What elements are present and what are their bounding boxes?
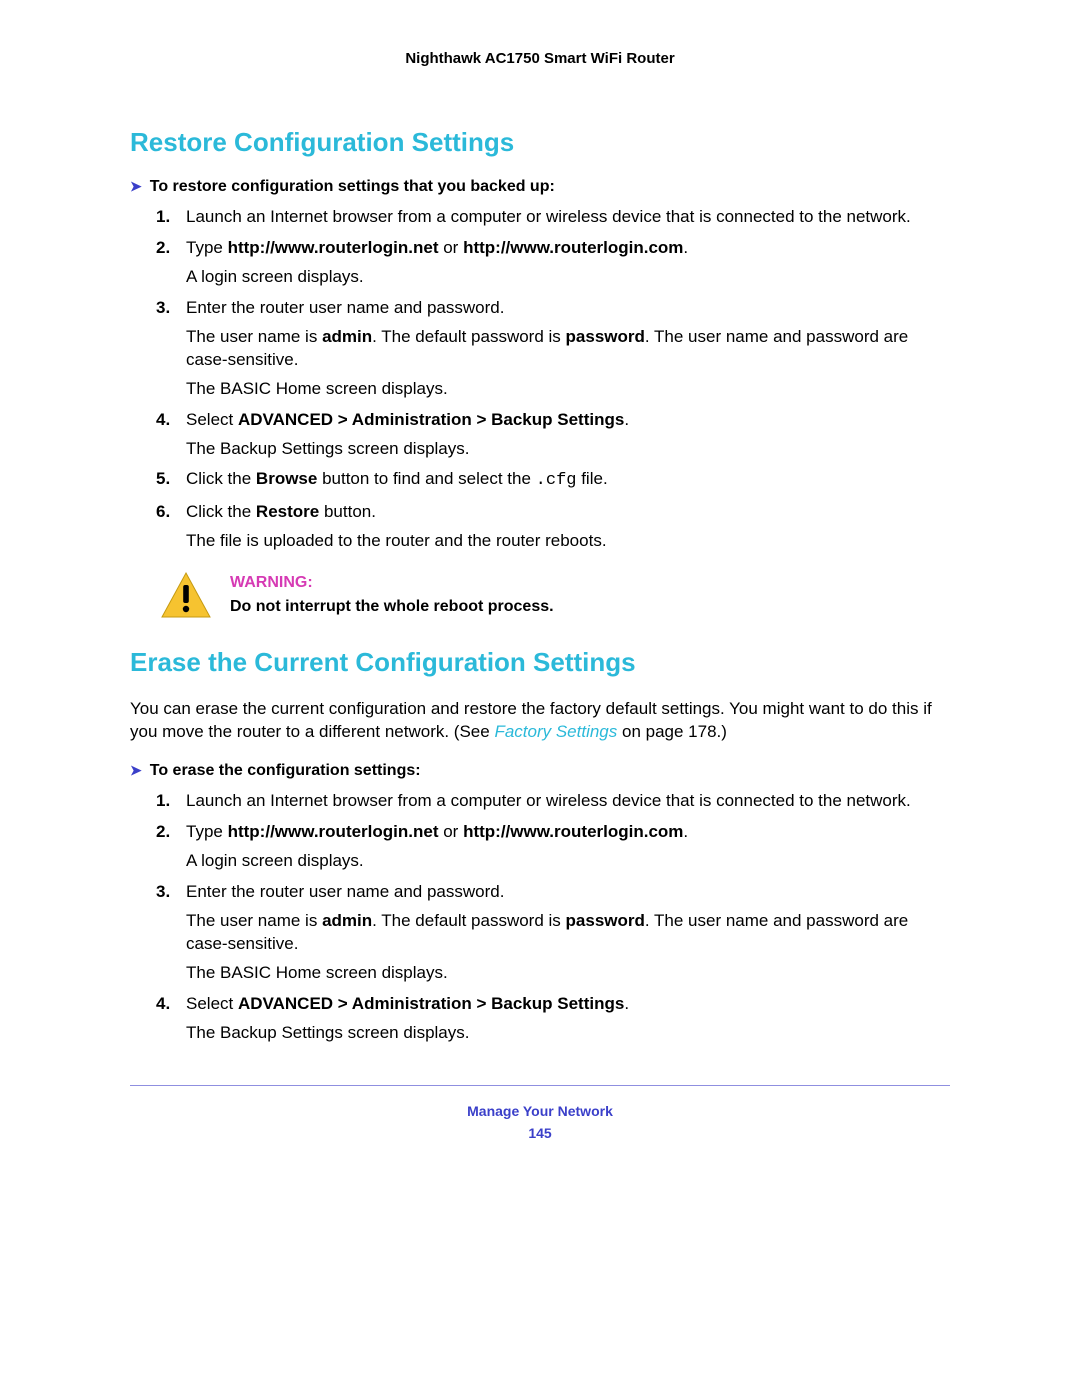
arrow-icon: ➤ (130, 762, 150, 778)
step-item: 3. Enter the router user name and passwo… (156, 881, 950, 985)
step-note: The BASIC Home screen displays. (186, 378, 950, 401)
step-item: 5. Click the Browse button to find and s… (156, 468, 950, 493)
step-note: The Backup Settings screen displays. (186, 438, 950, 461)
step-text: Click the Restore button. (186, 502, 376, 521)
text: Type (186, 822, 228, 841)
menu-path: ADVANCED > Administration > Backup Setti… (238, 410, 624, 429)
url-text: http://www.routerlogin.com (463, 822, 683, 841)
step-number: 4. (156, 993, 170, 1016)
step-note: A login screen displays. (186, 850, 950, 873)
procedure-lead-text: To erase the configuration settings: (150, 762, 421, 779)
warning-content: WARNING: Do not interrupt the whole rebo… (230, 571, 554, 619)
step-number: 3. (156, 297, 170, 320)
step-item: 6. Click the Restore button. The file is… (156, 501, 950, 553)
step-number: 3. (156, 881, 170, 904)
text: . (683, 238, 688, 257)
procedure-lead-erase: ➤To erase the configuration settings: (130, 762, 950, 780)
step-number: 4. (156, 409, 170, 432)
step-item: 3. Enter the router user name and passwo… (156, 297, 950, 401)
step-text: Type http://www.routerlogin.net or http:… (186, 238, 688, 257)
button-name: Browse (256, 469, 317, 488)
step-text: Click the Browse button to find and sele… (186, 469, 608, 488)
step-text: Select ADVANCED > Administration > Backu… (186, 994, 629, 1013)
warning-block: WARNING: Do not interrupt the whole rebo… (160, 571, 950, 619)
step-note: A login screen displays. (186, 266, 950, 289)
step-text: Enter the router user name and password. (186, 298, 504, 317)
step-number: 1. (156, 790, 170, 813)
text: Click the (186, 469, 256, 488)
arrow-icon: ➤ (130, 178, 150, 194)
text: Click the (186, 502, 256, 521)
step-item: 2. Type http://www.routerlogin.net or ht… (156, 821, 950, 873)
footer-divider (130, 1085, 950, 1086)
step-item: 1. Launch an Internet browser from a com… (156, 206, 950, 229)
step-note: The BASIC Home screen displays. (186, 962, 950, 985)
value-text: admin (322, 911, 372, 930)
text: file. (576, 469, 607, 488)
text: . (624, 994, 629, 1013)
url-text: http://www.routerlogin.net (228, 822, 439, 841)
cross-reference-link[interactable]: Factory Settings (494, 722, 617, 741)
text: . The default password is (372, 327, 565, 346)
steps-restore: 1. Launch an Internet browser from a com… (156, 206, 950, 553)
procedure-lead-text: To restore configuration settings that y… (150, 178, 555, 195)
step-text: Enter the router user name and password. (186, 882, 504, 901)
step-text: Launch an Internet browser from a comput… (186, 207, 911, 226)
step-note: The file is uploaded to the router and t… (186, 530, 950, 553)
step-note: The user name is admin. The default pass… (186, 326, 950, 372)
step-number: 2. (156, 237, 170, 260)
value-text: admin (322, 327, 372, 346)
document-header: Nighthawk AC1750 Smart WiFi Router (130, 50, 950, 67)
section-heading-erase: Erase the Current Configuration Settings (130, 647, 950, 678)
step-item: 4. Select ADVANCED > Administration > Ba… (156, 993, 950, 1045)
step-text: Select ADVANCED > Administration > Backu… (186, 410, 629, 429)
footer-page-number: 145 (130, 1122, 950, 1144)
step-note: The user name is admin. The default pass… (186, 910, 950, 956)
step-item: 2. Type http://www.routerlogin.net or ht… (156, 237, 950, 289)
text: button. (319, 502, 376, 521)
text: Select (186, 994, 238, 1013)
warning-label: WARNING: (230, 571, 554, 595)
value-text: password (566, 911, 645, 930)
text: Type (186, 238, 228, 257)
procedure-lead-restore: ➤To restore configuration settings that … (130, 178, 950, 196)
url-text: http://www.routerlogin.com (463, 238, 683, 257)
page-footer: Manage Your Network 145 (130, 1100, 950, 1145)
document-page: Nighthawk AC1750 Smart WiFi Router Resto… (0, 0, 1080, 1184)
text: or (439, 238, 464, 257)
value-text: password (566, 327, 645, 346)
url-text: http://www.routerlogin.net (228, 238, 439, 257)
filename: .cfg (536, 471, 577, 490)
text: on page 178.) (617, 722, 727, 741)
step-number: 5. (156, 468, 170, 491)
step-number: 6. (156, 501, 170, 524)
step-text: Type http://www.routerlogin.net or http:… (186, 822, 688, 841)
text: . The default password is (372, 911, 565, 930)
steps-erase: 1. Launch an Internet browser from a com… (156, 790, 950, 1044)
text: . (683, 822, 688, 841)
menu-path: ADVANCED > Administration > Backup Setti… (238, 994, 624, 1013)
footer-chapter: Manage Your Network (130, 1100, 950, 1122)
text: or (439, 822, 464, 841)
text: The user name is (186, 327, 322, 346)
text: button to find and select the (317, 469, 535, 488)
section-intro: You can erase the current configuration … (130, 698, 950, 744)
text: . (624, 410, 629, 429)
section-heading-restore: Restore Configuration Settings (130, 127, 950, 158)
warning-body: Do not interrupt the whole reboot proces… (230, 595, 554, 619)
step-note: The Backup Settings screen displays. (186, 1022, 950, 1045)
warning-icon (160, 571, 212, 619)
step-number: 2. (156, 821, 170, 844)
text: Select (186, 410, 238, 429)
step-item: 4. Select ADVANCED > Administration > Ba… (156, 409, 950, 461)
text: The user name is (186, 911, 322, 930)
step-text: Launch an Internet browser from a comput… (186, 791, 911, 810)
step-item: 1. Launch an Internet browser from a com… (156, 790, 950, 813)
step-number: 1. (156, 206, 170, 229)
button-name: Restore (256, 502, 319, 521)
